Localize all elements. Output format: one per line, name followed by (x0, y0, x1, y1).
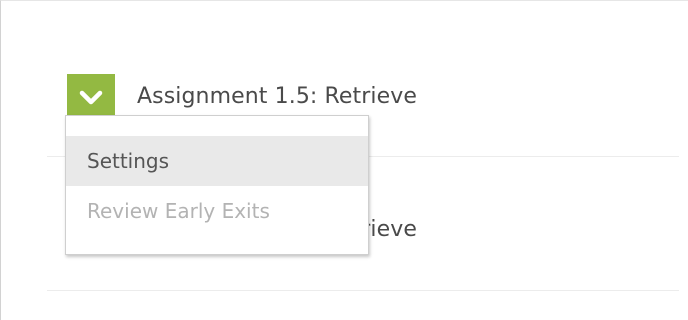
assignment-actions-menu: Settings Review Early Exits (65, 115, 369, 255)
chevron-down-icon (79, 90, 103, 105)
assignment-title[interactable]: Assignment 1.5: Retrieve (137, 84, 417, 109)
menu-item-review-early-exits: Review Early Exits (87, 199, 270, 223)
assignments-panel: Assignment 1.5: Retrieve Assignment 1.5:… (0, 0, 688, 320)
menu-item-settings[interactable]: Settings (66, 136, 368, 186)
